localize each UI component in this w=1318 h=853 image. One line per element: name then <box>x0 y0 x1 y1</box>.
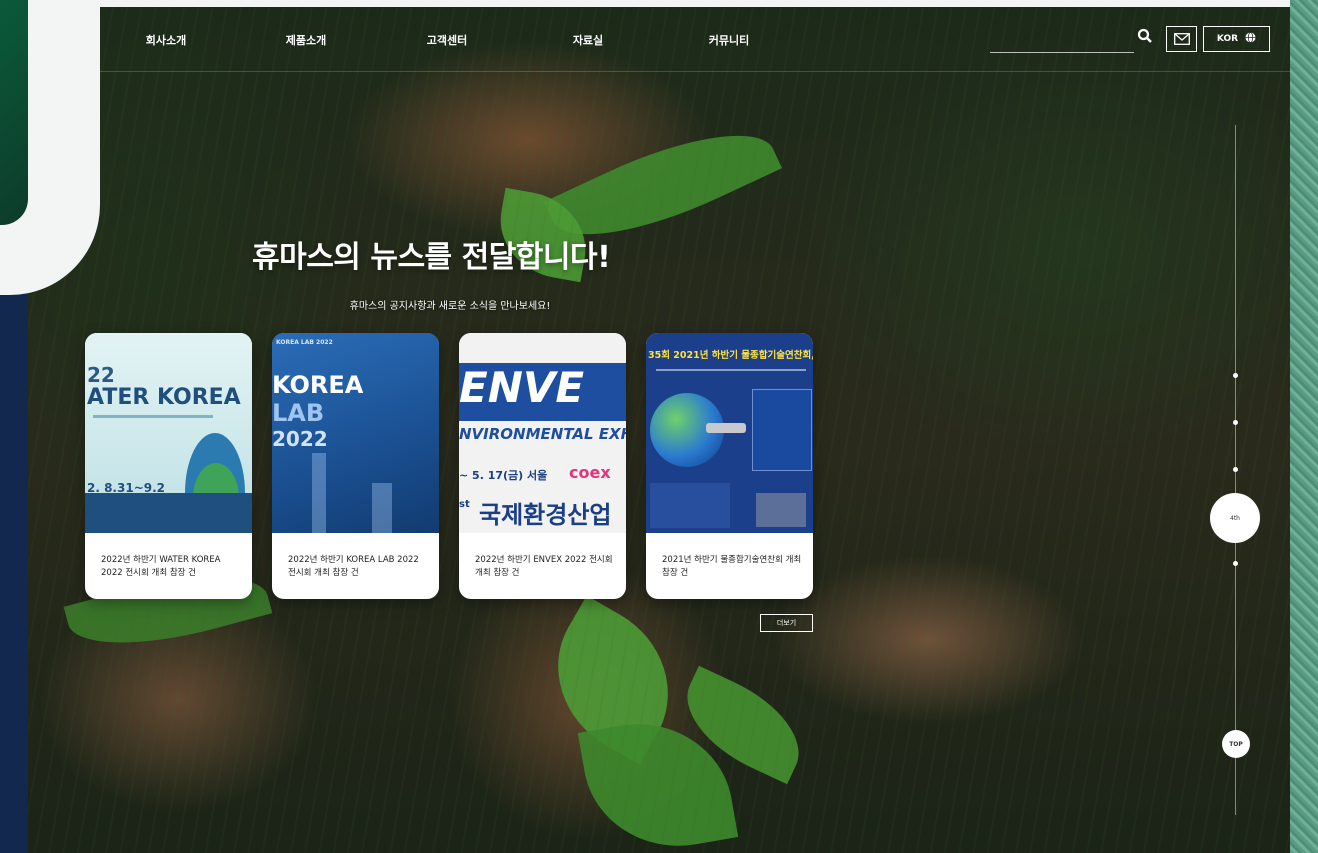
rail-dot-3[interactable] <box>1233 467 1238 472</box>
news-card-title: 2022년 하반기 KOREA LAB 2022 전시회 개최 참장 건 <box>288 555 419 578</box>
news-card-title: 2022년 하반기 ENVEX 2022 전시회 개최 참장 건 <box>475 555 613 578</box>
language-selector[interactable]: KOR <box>1203 26 1270 52</box>
hero-subline: 휴마스의 공지사항과 새로운 소식을 만나보세요! <box>349 301 551 312</box>
news-card-image: 35회 2021년 하반기 물종합기술연찬회, <box>646 333 813 533</box>
mail-icon <box>1173 30 1190 49</box>
nav-item-support[interactable]: 고객센터 <box>427 32 467 48</box>
nav-item-resources[interactable]: 자료실 <box>573 32 603 48</box>
globe-icon <box>1245 32 1256 46</box>
news-card-image: KOREA LAB 2022 KOREA LAB 2022 <box>272 333 439 533</box>
news-card-image: ENVE NVIRONMENTAL EXHI ~ 5. 17(금) 서울 coe… <box>459 333 626 533</box>
right-edge-strip <box>1290 0 1318 853</box>
news-card-image: 22 ATER KOREA 2. 8.31~9.2 <box>85 333 252 533</box>
news-card-title: 2022년 하반기 WATER KOREA 2022 전시회 개최 참장 건 <box>101 555 221 578</box>
top-band <box>100 0 1290 7</box>
search-input[interactable] <box>990 28 1134 53</box>
news-card[interactable]: KOREA LAB 2022 KOREA LAB 2022 2022년 하반기 … <box>272 333 439 599</box>
nav-divider <box>100 71 1290 72</box>
scroll-top-button[interactable]: TOP <box>1222 730 1250 758</box>
hero-headline: 휴마스의 뉴스를 전달합니다! <box>252 240 611 275</box>
news-card[interactable]: ENVE NVIRONMENTAL EXHI ~ 5. 17(금) 서울 coe… <box>459 333 626 599</box>
mail-button[interactable] <box>1166 26 1197 52</box>
rail-dot-5[interactable] <box>1233 561 1238 566</box>
rail-active-section[interactable]: 4th <box>1210 493 1260 543</box>
nav-item-community[interactable]: 커뮤니티 <box>709 32 749 48</box>
news-card-title: 2021년 하반기 물종합기술연찬회 개최 참장 건 <box>662 555 802 578</box>
rail-dot-1[interactable] <box>1233 373 1238 378</box>
nav-item-products[interactable]: 제품소개 <box>286 32 326 48</box>
language-label: KOR <box>1216 34 1239 44</box>
news-card[interactable]: 35회 2021년 하반기 물종합기술연찬회, 2021년 하반기 물종합기술연… <box>646 333 813 599</box>
search-icon[interactable] <box>1137 28 1153 44</box>
news-card[interactable]: 22 ATER KOREA 2. 8.31~9.2 2022년 하반기 WATE… <box>85 333 252 599</box>
rail-dot-2[interactable] <box>1233 420 1238 425</box>
nav-item-company[interactable]: 회사소개 <box>146 32 186 48</box>
more-button[interactable]: 더보기 <box>760 614 813 632</box>
